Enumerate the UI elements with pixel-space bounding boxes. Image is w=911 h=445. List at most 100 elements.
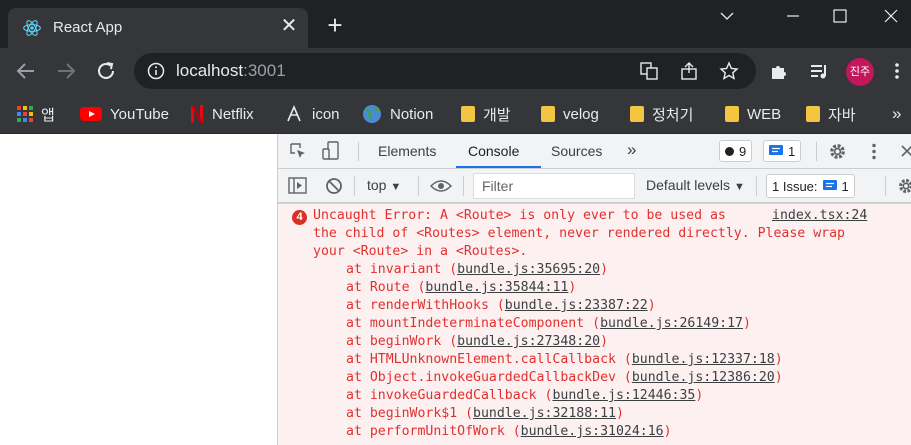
issues-count: 1 <box>841 178 849 194</box>
bookmark-star-icon[interactable] <box>719 61 739 81</box>
stack-frame-link[interactable]: bundle.js:23387:22 <box>505 298 648 313</box>
stack-frame-link[interactable]: bundle.js:12337:18 <box>632 352 775 367</box>
device-toolbar-icon[interactable] <box>321 141 341 161</box>
bookmark-apps[interactable]: 앱 <box>17 103 55 125</box>
error-count: 9 <box>739 143 747 159</box>
netflix-icon <box>191 105 203 123</box>
bookmark-label: velog <box>563 105 599 123</box>
browser-toolbar: localhost:3001 <box>0 48 911 94</box>
reload-icon[interactable] <box>93 58 119 84</box>
bookmark-folder-web[interactable]: WEB <box>725 103 781 125</box>
stack-frame: at invokeGuardedCallback (bundle.js:1244… <box>346 388 704 403</box>
stack-frame-link[interactable]: bundle.js:26149:17 <box>600 316 743 331</box>
forward-arrow-icon[interactable] <box>53 58 79 84</box>
clear-console-icon[interactable] <box>325 177 343 195</box>
close-devtools-icon[interactable] <box>898 143 911 159</box>
bookmark-folder-cert[interactable]: 정처기 <box>630 103 693 125</box>
bookmark-notion[interactable]: Notion <box>362 103 433 125</box>
page-content <box>0 134 277 445</box>
media-controls-icon[interactable] <box>808 60 830 82</box>
bookmark-youtube[interactable]: YouTube <box>80 103 169 125</box>
console-filter-input[interactable]: Filter <box>473 173 635 199</box>
live-expression-eye-icon[interactable] <box>430 178 452 194</box>
tab-sources[interactable]: Sources <box>551 143 602 159</box>
title-bar: React App ✕ + <box>0 0 911 48</box>
tab-close-icon[interactable]: ✕ <box>278 15 300 37</box>
sidebar-toggle-icon[interactable] <box>288 177 307 194</box>
inspect-element-icon[interactable] <box>289 142 307 160</box>
stack-frame-link[interactable]: bundle.js:31024:16 <box>521 424 664 439</box>
bookmark-folder-dev[interactable]: 개발 <box>461 103 511 125</box>
minimize-icon[interactable] <box>778 4 808 28</box>
close-window-icon[interactable] <box>876 4 906 28</box>
stack-frame-link[interactable]: bundle.js:27348:20 <box>457 334 600 349</box>
globe-icon <box>363 105 381 123</box>
message-count: 1 <box>788 143 796 159</box>
bookmark-label: 앱 <box>41 106 55 124</box>
console-settings-gear-icon[interactable] <box>897 177 911 195</box>
folder-icon <box>806 106 820 122</box>
issues-button[interactable]: 1 Issue: 1 <box>766 174 855 198</box>
console-error-message: 4 Uncaught Error: A <Route> is only ever… <box>278 203 911 445</box>
message-count-badge[interactable]: 1 <box>763 140 802 162</box>
bookmark-label: 정처기 <box>652 106 694 124</box>
stack-frame-link[interactable]: bundle.js:12446:35 <box>552 388 695 403</box>
stack-frame: at beginWork (bundle.js:27348:20) <box>346 334 609 349</box>
extensions-puzzle-icon[interactable] <box>768 60 790 82</box>
menu-kebab-icon[interactable] <box>886 60 908 82</box>
stack-frame: at mountIndeterminateComponent (bundle.j… <box>346 316 751 331</box>
devtools-menu-icon[interactable] <box>866 142 882 161</box>
folder-icon <box>461 106 475 122</box>
back-arrow-icon[interactable] <box>13 58 39 84</box>
browser-tab[interactable]: React App ✕ <box>8 8 308 48</box>
profile-avatar[interactable]: 진주 <box>846 58 874 86</box>
stack-frame: at invariant (bundle.js:35695:20) <box>346 262 609 277</box>
share-icon[interactable] <box>679 61 699 81</box>
devtools-tabbar: Elements Console Sources » 9 1 <box>278 134 911 169</box>
new-tab-button[interactable]: + <box>322 12 348 39</box>
dropdown-arrow-icon: ▼ <box>390 181 402 193</box>
tab-elements[interactable]: Elements <box>378 143 436 159</box>
error-message-line: Uncaught Error: A <Route> is only ever t… <box>313 208 726 223</box>
message-icon <box>769 145 783 155</box>
settings-gear-icon[interactable] <box>828 142 847 161</box>
stack-frame-link[interactable]: bundle.js:12386:20 <box>632 370 775 385</box>
error-message-line: your <Route> in a <Routes>. <box>313 244 528 259</box>
maximize-icon[interactable] <box>825 4 855 28</box>
bookmark-icon-site[interactable]: icon <box>284 103 340 125</box>
console-toolbar: top ▼ Filter Default levels ▼ 1 Issue: 1 <box>278 169 911 203</box>
stack-frame-link[interactable]: bundle.js:32188:11 <box>473 406 616 421</box>
active-tab-indicator <box>456 166 541 168</box>
bookmark-folder-java[interactable]: 자바 <box>806 103 856 125</box>
more-tabs-icon[interactable]: » <box>627 140 636 160</box>
info-icon[interactable] <box>146 61 166 81</box>
tab-search-chevron-icon[interactable] <box>712 4 742 28</box>
stack-frame: at Object.invokeGuardedCallbackDev (bund… <box>346 370 783 385</box>
translate-icon[interactable] <box>639 61 659 81</box>
error-source-link[interactable]: index.tsx:24 <box>772 207 867 225</box>
log-levels-select[interactable]: Default levels ▼ <box>646 177 745 193</box>
stack-frame: at Route (bundle.js:35844:11) <box>346 280 577 295</box>
stack-frame: at HTMLUnknownElement.callCallback (bund… <box>346 352 783 367</box>
error-count-badge[interactable]: 9 <box>719 140 753 162</box>
url-text[interactable]: localhost:3001 <box>176 61 286 81</box>
dropdown-arrow-icon: ▼ <box>733 181 745 193</box>
issues-label: 1 Issue: <box>772 178 818 194</box>
stack-frame-link[interactable]: bundle.js:35844:11 <box>425 280 568 295</box>
folder-icon <box>725 106 739 122</box>
bookmark-label: Notion <box>390 105 434 123</box>
context-select[interactable]: top ▼ <box>367 177 401 193</box>
bookmark-label: WEB <box>747 105 782 123</box>
folder-icon <box>630 106 644 122</box>
bookmark-folder-velog[interactable]: velog <box>541 103 599 125</box>
react-logo-icon <box>23 20 41 36</box>
stack-frame-link[interactable]: bundle.js:35695:20 <box>457 262 600 277</box>
bookmarks-overflow-button[interactable]: » <box>892 103 901 125</box>
address-bar[interactable]: localhost:3001 <box>134 53 756 89</box>
tab-title: React App <box>53 19 123 36</box>
tab-console[interactable]: Console <box>468 143 519 159</box>
devtools-panel: Elements Console Sources » 9 1 top ▼ Fil… <box>277 134 911 445</box>
bookmark-label: Netflix <box>212 105 254 123</box>
error-repeat-count: 4 <box>292 210 307 225</box>
bookmark-netflix[interactable]: Netflix <box>190 103 254 125</box>
